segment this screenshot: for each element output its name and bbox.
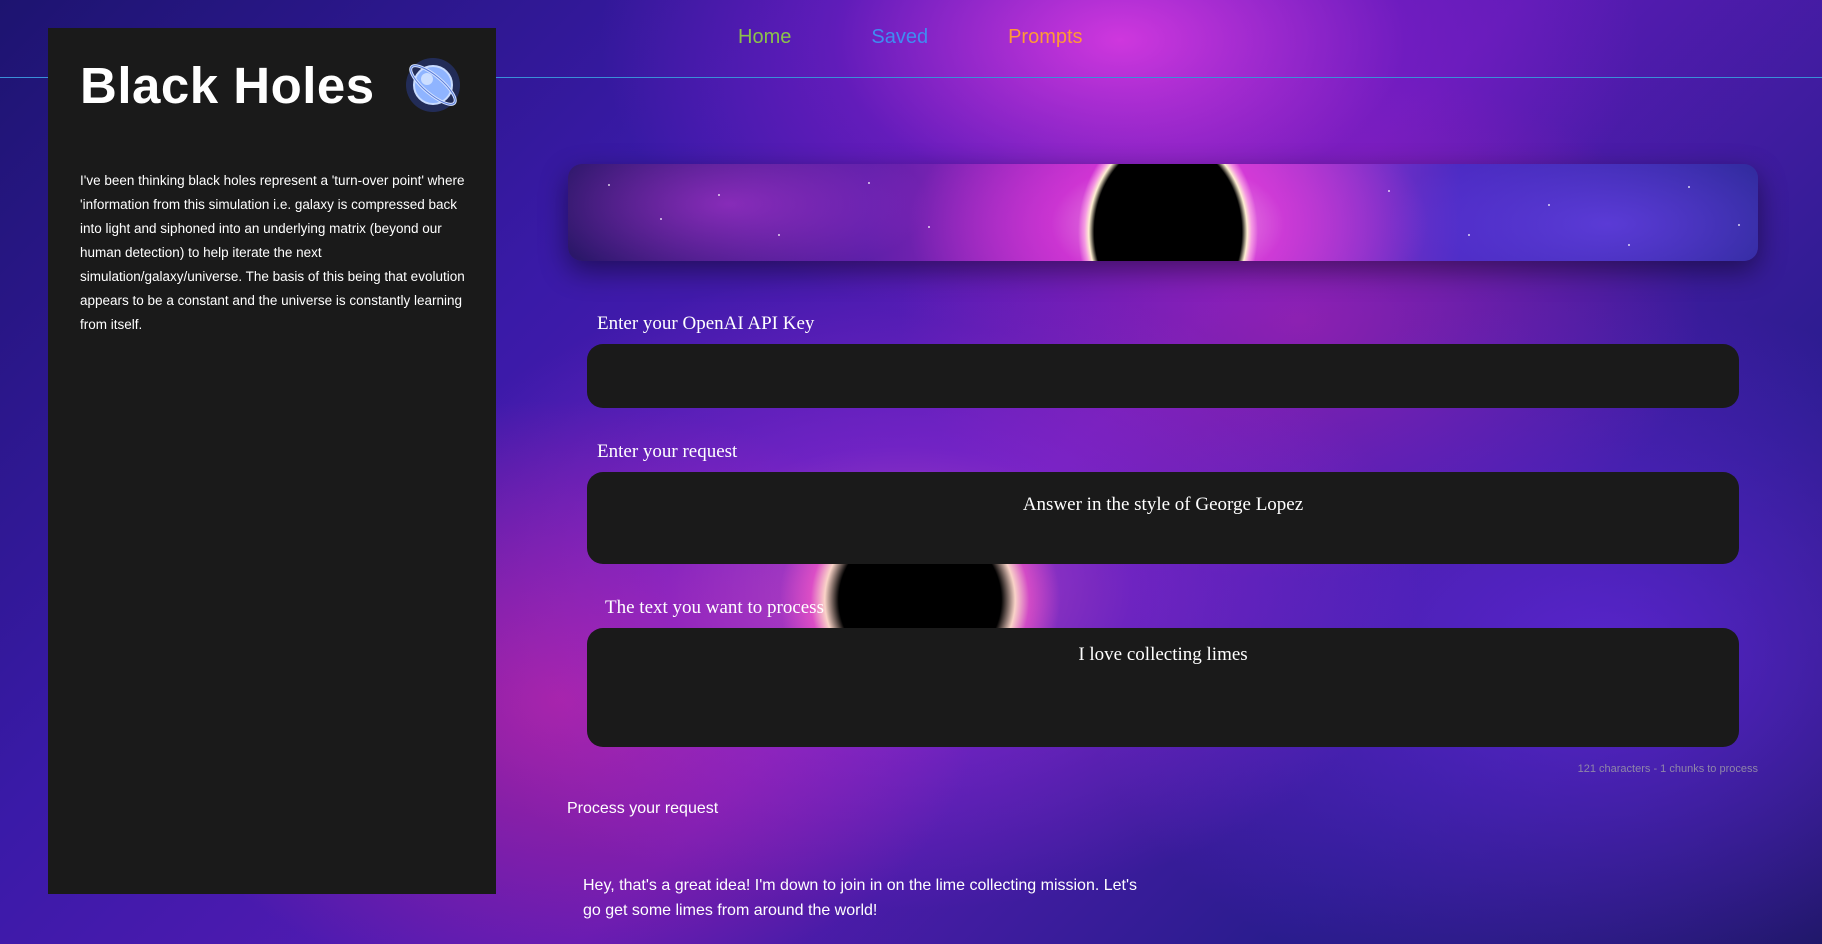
request-value: Answer in the style of George Lopez	[1022, 494, 1304, 515]
nav-home-link[interactable]: Home	[738, 26, 791, 49]
sidebar: Black Holes I've been thinking black hol…	[48, 28, 496, 894]
planet-icon	[406, 58, 460, 112]
nav-prompts-link[interactable]: Prompts	[1008, 26, 1082, 49]
nav-saved-link[interactable]: Saved	[871, 26, 928, 49]
character-counter: 121 characters - 1 chunks to process	[1577, 763, 1758, 775]
api-key-value	[587, 344, 1739, 366]
response-text: Hey, that's a great idea! I'm down to jo…	[583, 877, 1138, 919]
black-hole-banner	[568, 164, 1758, 261]
request-input[interactable]: Answer in the style of George Lopez	[587, 472, 1739, 564]
api-key-label: Enter your OpenAI API Key	[597, 313, 815, 334]
request-label: Enter your request	[597, 441, 738, 462]
text-input[interactable]: I love collecting limes	[587, 628, 1739, 747]
top-navigation: Home Saved Prompts	[738, 26, 1163, 49]
text-label: The text you want to process	[605, 597, 824, 618]
api-key-input[interactable]	[587, 344, 1739, 408]
sidebar-description: I've been thinking black holes represent…	[80, 173, 465, 332]
process-request-button[interactable]: Process your request	[567, 800, 718, 818]
page-title: Black Holes	[80, 57, 375, 114]
text-value: I love collecting limes	[1078, 644, 1248, 665]
